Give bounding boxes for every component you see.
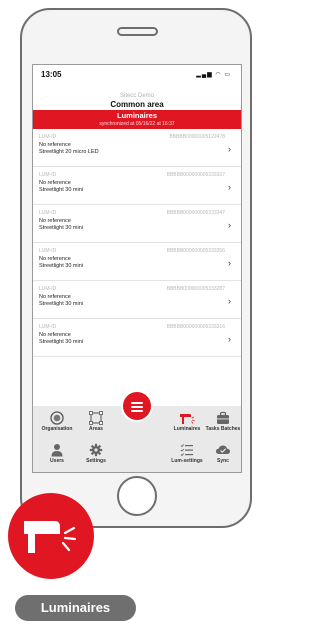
luminaire-row[interactable]: LUM-ID BBBBB000000005333316 No reference… (33, 321, 241, 357)
tab-tasks-batches[interactable]: Tasks Batches (205, 411, 241, 441)
tab-users[interactable]: Users (39, 443, 75, 472)
row-reference: No reference (39, 332, 71, 338)
tab-areas[interactable]: Areas (78, 411, 114, 441)
row-name: Streetlight 30 mini (39, 301, 84, 307)
briefcase-icon (217, 411, 229, 424)
row-name: Streetlight 30 mini (39, 263, 84, 269)
tab-label: Settings (86, 458, 106, 464)
row-id-label: LUM-ID (39, 172, 57, 178)
area-title: Common area (110, 100, 164, 109)
tab-label: Users (50, 458, 64, 464)
luminaire-row[interactable]: LUM-ID BBBBB000000005333356 No reference… (33, 245, 241, 281)
status-icons: ▂▄▆ ◠ ▭ (196, 72, 231, 78)
app-screen: 13:05 ▂▄▆ ◠ ▭ Sitecc Demo Common area Lu… (32, 64, 242, 473)
luminaire-feature-icon (8, 493, 94, 579)
tab-label: Luminaires (173, 426, 201, 432)
chevron-right-icon: › (228, 334, 231, 344)
luminaire-row[interactable]: LUM-ID BBBBB00000005122478 No reference … (33, 131, 241, 167)
row-serial: BBBBB000000005333356 (166, 248, 225, 254)
row-name: Streetlight 30 mini (39, 187, 84, 193)
row-id-label: LUM-ID (39, 248, 57, 254)
tab-label: Sync (217, 458, 229, 464)
phone-speaker (117, 27, 158, 36)
row-id-label: LUM-ID (39, 286, 57, 292)
row-id-label: LUM-ID (39, 134, 57, 140)
tab-luminaires[interactable]: Luminaires (169, 411, 205, 441)
luminaire-icon (24, 521, 77, 553)
chevron-right-icon: › (228, 258, 231, 268)
row-serial: BBBBB000000005333316 (166, 324, 225, 330)
row-reference: No reference (39, 180, 71, 186)
tab-organisation[interactable]: Organisation (39, 411, 75, 441)
chevron-right-icon: › (228, 182, 231, 192)
chevron-right-icon: › (228, 296, 231, 306)
row-reference: No reference (39, 294, 71, 300)
status-bar: 13:05 ▂▄▆ ◠ ▭ (33, 65, 241, 85)
row-id-label: LUM-ID (39, 324, 57, 330)
row-reference: No reference (39, 256, 71, 262)
row-id-label: LUM-ID (39, 210, 57, 216)
row-serial: BBBBB000000005333337 (166, 172, 225, 178)
chevron-right-icon: › (228, 144, 231, 154)
row-reference: No reference (39, 218, 71, 224)
tab-lum-settings[interactable]: Lum-settings (169, 443, 205, 472)
checklist-icon (180, 444, 193, 457)
cloud-check-icon (216, 445, 230, 454)
row-name: Streetlight 30 mini (39, 339, 84, 345)
gear-icon (89, 443, 103, 457)
sync-status: synchronized at 05/16/22 at 16:37 (99, 121, 175, 127)
feature-caption: Luminaires (15, 595, 136, 621)
tab-label: Areas (89, 426, 103, 432)
user-icon (51, 444, 63, 457)
luminaire-row[interactable]: LUM-ID BBBBB000000005333347 No reference… (33, 207, 241, 243)
status-time: 13:05 (41, 70, 62, 79)
row-name: Streetlight 30 mini (39, 225, 84, 231)
organisation-icon (50, 411, 64, 425)
tab-label: Organisation (41, 426, 73, 432)
luminaire-row[interactable]: LUM-ID BBBBB000000005333287 No reference… (33, 283, 241, 319)
tab-label: Lum-settings (171, 458, 203, 464)
row-name: Streetlight 20 micro LED (39, 149, 99, 155)
row-serial: BBBBB00000005122478 (169, 134, 225, 140)
organisation-name: Sitecc Demo (119, 93, 154, 99)
tab-settings[interactable]: Settings (78, 443, 114, 472)
menu-button[interactable] (121, 390, 153, 422)
row-serial: BBBBB000000005333347 (166, 210, 225, 216)
hamburger-menu-icon (131, 402, 143, 404)
areas-icon (89, 411, 103, 425)
phone-frame: 13:05 ▂▄▆ ◠ ▭ Sitecc Demo Common area Lu… (20, 8, 252, 528)
tab-label: Tasks Batches (205, 426, 241, 432)
luminaire-row[interactable]: LUM-ID BBBBB000000005333337 No reference… (33, 169, 241, 205)
chevron-right-icon: › (228, 220, 231, 230)
row-reference: No reference (39, 142, 71, 148)
row-serial: BBBBB000000005333287 (166, 286, 225, 292)
luminaires-banner: Luminaires synchronized at 05/16/22 at 1… (33, 110, 241, 129)
luminaire-icon (180, 414, 195, 424)
tab-sync[interactable]: Sync (205, 443, 241, 472)
home-button[interactable] (117, 476, 157, 516)
banner-title: Luminaires (116, 111, 157, 120)
